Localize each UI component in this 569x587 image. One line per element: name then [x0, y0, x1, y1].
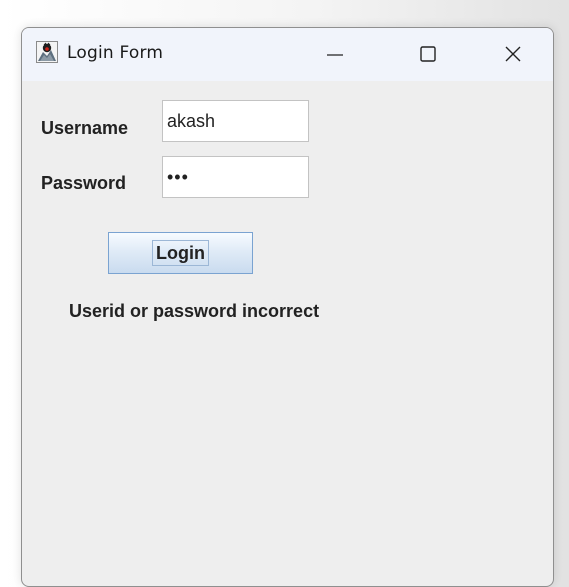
maximize-icon	[420, 46, 436, 62]
minimize-button[interactable]	[312, 28, 358, 81]
login-button[interactable]: Login	[108, 232, 253, 274]
error-message: Userid or password incorrect	[69, 301, 320, 321]
close-button[interactable]	[490, 28, 536, 81]
login-button-label: Login	[152, 240, 209, 266]
username-field[interactable]	[162, 100, 309, 142]
login-window: Login Form Username Password Login Useri…	[21, 27, 554, 587]
minimize-icon	[327, 54, 343, 56]
window-title: Login Form	[67, 43, 164, 63]
maximize-button[interactable]	[405, 28, 451, 81]
close-icon	[505, 46, 521, 62]
username-label: Username	[41, 118, 129, 138]
title-bar[interactable]: Login Form	[22, 28, 553, 81]
java-duke-icon	[36, 41, 58, 63]
password-field[interactable]	[162, 156, 309, 198]
password-label: Password	[41, 173, 127, 193]
